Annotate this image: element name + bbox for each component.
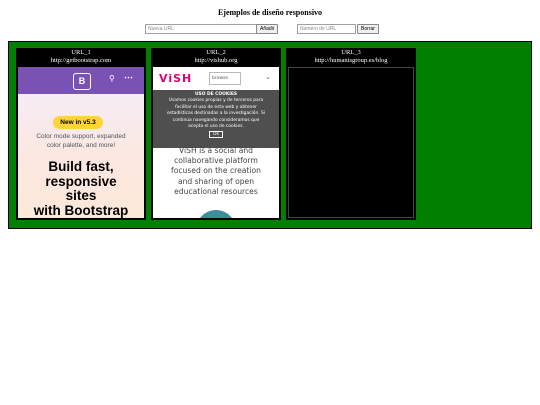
frame-viewport[interactable]: ViSH browse ⌄ ViSH is a social and colla… xyxy=(153,67,279,218)
preview-stage: URL_1 http://getbootstrap.com B ⚲ ⋯ New … xyxy=(8,41,532,229)
cookie-text-line: Usamos cookies propias y de terceros par… xyxy=(168,98,264,104)
bootstrap-navbar: B ⚲ ⋯ xyxy=(18,67,144,94)
frame-header: URL_3 http://humanisgroup.es/blog xyxy=(286,48,416,68)
hero-headline: Build fast, responsive sites with Bootst… xyxy=(18,159,144,218)
cookie-text-line: estadísticas destinadas a la investigaci… xyxy=(166,111,266,117)
cookie-text-line: acepta el uso de cookies. xyxy=(188,124,244,130)
browse-dropdown[interactable]: browse xyxy=(209,72,241,85)
new-url-input[interactable]: Nueva URL xyxy=(145,24,257,34)
cookie-banner: USO DE COOKIES Usamos cookies propias y … xyxy=(153,90,279,148)
frame-url: http://humanisgroup.es/blog xyxy=(314,57,388,64)
hero-headline-line: with Bootstrap xyxy=(33,202,129,218)
bootstrap-page: B ⚲ ⋯ New in v5.3 Color mode support, ex… xyxy=(18,67,144,218)
url-number-input[interactable]: Número de URL xyxy=(297,24,356,34)
more-icon[interactable]: ⋯ xyxy=(124,72,133,83)
vish-description: ViSH is a social and collaborative platf… xyxy=(153,146,279,197)
frame-label: URL_3 xyxy=(341,49,361,56)
description-line: collaborative platform xyxy=(174,156,258,166)
frame-label: URL_2 xyxy=(206,49,226,56)
frame-header: URL_1 http://getbootstrap.com xyxy=(16,48,146,68)
frame-label: URL_1 xyxy=(71,49,91,56)
description-line: focused on the creation xyxy=(171,166,261,176)
frame-url: http://vishub.org xyxy=(194,57,238,64)
hero-headline-line: responsive xyxy=(45,173,117,189)
chevron-down-icon[interactable]: ⌄ xyxy=(265,73,271,81)
hero-headline-line: Build fast, xyxy=(48,159,114,174)
frame-viewport[interactable] xyxy=(288,67,414,218)
frame-viewport[interactable]: B ⚲ ⋯ New in v5.3 Color mode support, ex… xyxy=(18,67,144,218)
frame-url: http://getbootstrap.com xyxy=(50,57,112,64)
new-version-badge[interactable]: New in v5.3 xyxy=(53,116,103,129)
url-controls: Nueva URL Añadir Número de URL Borrar xyxy=(0,24,540,36)
frame-header: URL_2 http://vishub.org xyxy=(151,48,281,68)
search-icon[interactable]: ⚲ xyxy=(109,74,115,83)
delete-button[interactable]: Borrar xyxy=(357,24,379,34)
bootstrap-logo[interactable]: B xyxy=(73,73,91,90)
vish-logo[interactable]: ViSH xyxy=(159,72,192,85)
hero-subtitle-line: Color mode support, expanded xyxy=(36,133,126,140)
description-line: educational resources xyxy=(174,186,258,196)
frame-url-1: URL_1 http://getbootstrap.com B ⚲ ⋯ New … xyxy=(16,48,146,220)
vish-page: ViSH browse ⌄ ViSH is a social and colla… xyxy=(153,67,279,218)
frame-url-3: URL_3 http://humanisgroup.es/blog xyxy=(286,48,416,220)
cookie-ok-button[interactable]: Ok xyxy=(209,131,223,139)
hero-subtitle: Color mode support, expanded color palet… xyxy=(18,132,144,150)
frame-url-2: URL_2 http://vishub.org ViSH browse ⌄ Vi… xyxy=(151,48,281,220)
page-title: Ejemplos de diseño responsivo xyxy=(217,8,323,17)
hero-headline-line: sites xyxy=(65,188,97,203)
description-line: and sharing of open xyxy=(177,176,255,186)
hero-subtitle-line: color palette, and more! xyxy=(46,142,116,149)
globe-image xyxy=(196,210,236,218)
add-button[interactable]: Añadir xyxy=(256,24,279,34)
